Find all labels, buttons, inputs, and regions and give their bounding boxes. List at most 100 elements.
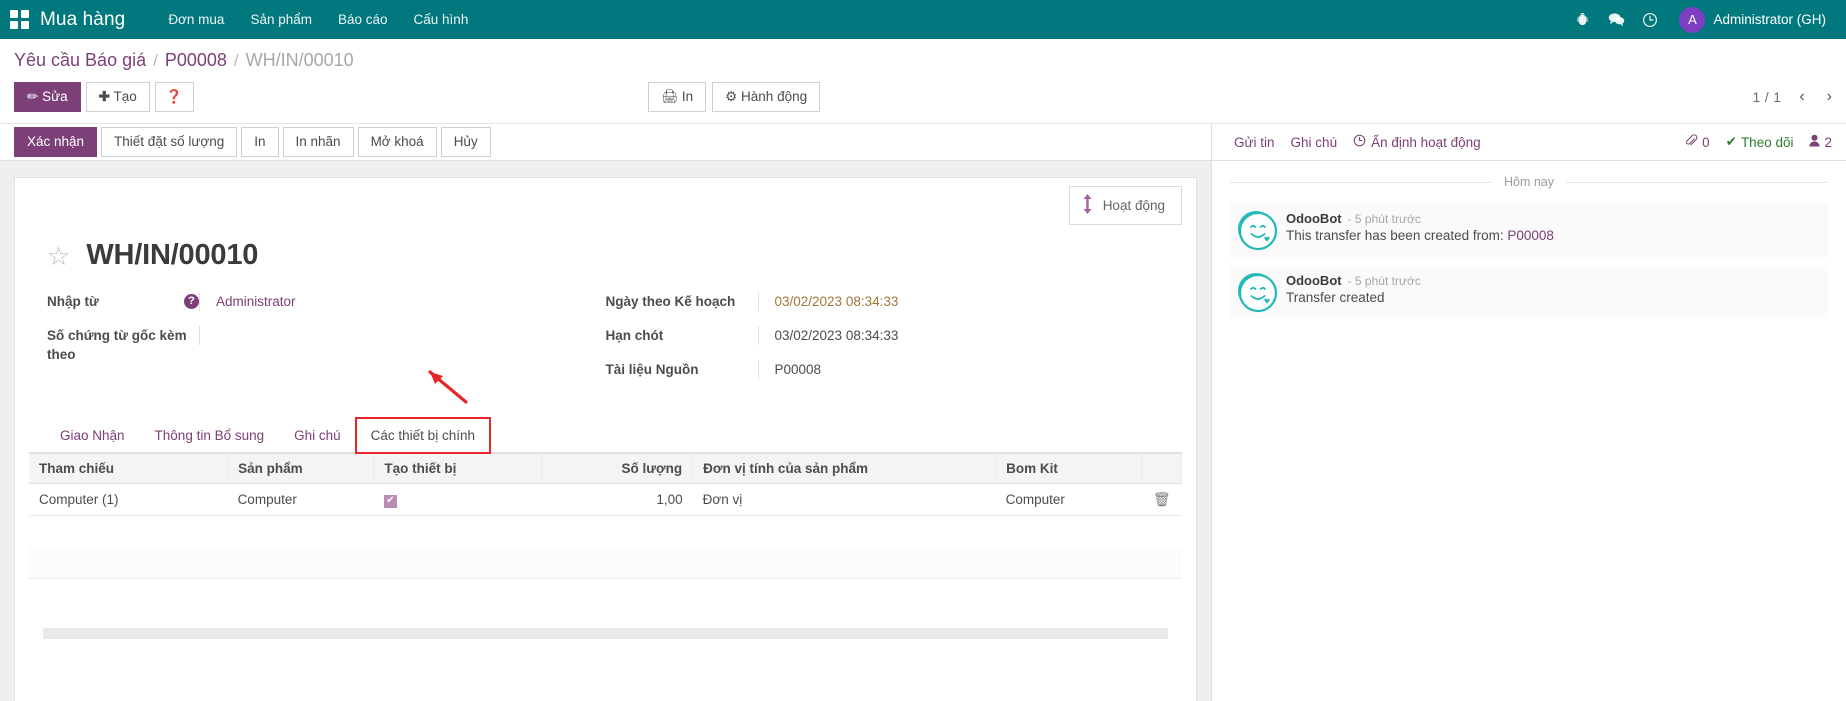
cell-delete[interactable]: 🗑 xyxy=(1141,483,1182,516)
nav-menu-bao-cao[interactable]: Báo cáo xyxy=(325,2,401,37)
message-header: OdooBot - 5 phút trước xyxy=(1286,211,1820,226)
create-button[interactable]: ✚ Tạo xyxy=(85,82,150,112)
field-ngay-theo-ke-hoach: Ngày theo Kế hoạch 03/02/2023 08:34:33 xyxy=(606,292,1165,312)
plus-icon: ✚ xyxy=(98,89,110,104)
field-label-text: Tài liệu Nguồn xyxy=(605,362,699,377)
notebook-tabs: Giao Nhận Thông tin Bổ sung Ghi chú Các … xyxy=(29,417,1182,454)
message-timestamp: - 5 phút trước xyxy=(1347,274,1421,288)
star-outline-icon[interactable]: ☆ xyxy=(47,243,70,269)
cell-tao-thiet-bi[interactable]: ✔ xyxy=(373,483,542,516)
followers-counter[interactable]: 2 xyxy=(1809,134,1832,150)
cell-so-luong[interactable]: 1,00 xyxy=(541,483,693,516)
message-link[interactable]: P00008 xyxy=(1507,228,1554,243)
message-body: OdooBot - 5 phút trước Transfer created xyxy=(1286,273,1820,309)
log-note-button[interactable]: Ghi chú xyxy=(1283,132,1346,153)
edit-button[interactable]: ✏ Sửa xyxy=(14,82,81,112)
message-text-body: This transfer has been created from: xyxy=(1286,228,1508,243)
messages-icon[interactable] xyxy=(1601,5,1631,35)
breadcrumb-item-0[interactable]: Yêu cầu Báo giá xyxy=(14,50,146,71)
table-row[interactable]: Computer (1) Computer ✔ 1,00 Đơn vị Comp… xyxy=(29,483,1182,516)
breadcrumb-item-1[interactable]: P00008 xyxy=(165,50,227,71)
cancel-button[interactable]: Hủy xyxy=(440,127,491,157)
help-button[interactable]: ❓ xyxy=(154,82,194,112)
send-message-button[interactable]: Gửi tin xyxy=(1226,132,1283,153)
tab-giao-nhan[interactable]: Giao Nhận xyxy=(45,418,140,453)
main-content: Hoạt động ☆ WH/IN/00010 Nhập từ ? Admini… xyxy=(0,124,1846,701)
notebook: Giao Nhận Thông tin Bổ sung Ghi chú Các … xyxy=(15,417,1196,639)
col-tao-thiet-bi[interactable]: Tạo thiết bị xyxy=(373,453,542,484)
pager-next-icon[interactable]: › xyxy=(1827,89,1832,105)
breadcrumb-separator: / xyxy=(153,51,158,70)
apps-grid-icon[interactable] xyxy=(10,9,30,30)
action-button[interactable]: ⚙ Hành động xyxy=(712,82,821,112)
user-menu[interactable]: A Administrator (GH) xyxy=(1669,6,1832,33)
cell-bom-kit[interactable]: Computer xyxy=(995,483,1142,516)
navbar-right-group: A Administrator (GH) xyxy=(1567,5,1832,35)
breadcrumb: Yêu cầu Báo giá / P00008 / WH/IN/00010 xyxy=(14,39,1832,73)
field-han-chot-value[interactable]: 03/02/2023 08:34:33 xyxy=(757,326,1165,345)
nav-menu-san-pham[interactable]: Sản phẩm xyxy=(237,2,325,37)
stat-button-box: Hoạt động xyxy=(15,178,1196,225)
print-button[interactable]: 🖨 In xyxy=(648,82,707,112)
field-so-chung-tu-goc-value[interactable] xyxy=(199,326,606,345)
field-so-chung-tu-goc-label: Số chứng từ gốc kèm theo xyxy=(47,326,199,364)
col-san-pham[interactable]: Sản phẩm xyxy=(227,453,375,484)
field-tai-lieu-nguon-value[interactable]: P00008 xyxy=(757,360,1165,379)
cell-don-vi-tinh[interactable]: Đơn vị xyxy=(692,483,996,516)
activity-stat-button[interactable]: Hoạt động xyxy=(1068,186,1182,225)
horizontal-scrollbar[interactable] xyxy=(43,627,1168,639)
nav-menu-don-mua[interactable]: Đơn mua xyxy=(155,2,237,37)
control-panel-center-buttons: 🖨 In ⚙ Hành động xyxy=(648,82,821,112)
print-statusbar-button[interactable]: In xyxy=(241,127,279,157)
pager-previous-icon[interactable]: ‹ xyxy=(1799,89,1804,105)
col-don-vi-tinh[interactable]: Đơn vị tính của sản phẩm xyxy=(692,453,997,484)
pager-value: 1 / 1 xyxy=(1752,89,1782,105)
following-button[interactable]: ✔ Theo dõi xyxy=(1726,134,1794,150)
avatar xyxy=(1238,273,1278,313)
user-name-label: Administrator (GH) xyxy=(1713,12,1826,27)
field-nhap-tu-value[interactable]: Administrator xyxy=(199,292,606,311)
clock-icon[interactable] xyxy=(1635,5,1665,35)
col-so-luong[interactable]: Số lượng xyxy=(541,453,694,484)
message-author: OdooBot xyxy=(1286,211,1342,226)
table-empty-row xyxy=(29,516,1182,547)
cell-tham-chieu[interactable]: Computer (1) xyxy=(29,483,228,516)
tab-cac-thiet-bi-chinh[interactable]: Các thiết bị chính xyxy=(354,417,491,454)
printer-icon: 🖨 xyxy=(661,89,679,104)
tab-thong-tin-bo-sung[interactable]: Thông tin Bổ sung xyxy=(140,418,280,453)
create-button-label: Tạo xyxy=(113,89,137,104)
col-bom-kit[interactable]: Bom Kit xyxy=(995,453,1143,484)
set-quantities-button[interactable]: Thiết đặt số lượng xyxy=(101,127,238,157)
check-icon: ✔ xyxy=(1725,134,1737,149)
unlock-button[interactable]: Mở khoá xyxy=(357,127,437,157)
checkbox-checked-icon[interactable]: ✔ xyxy=(383,494,397,508)
avatar: A xyxy=(1679,6,1706,33)
trash-icon[interactable]: 🗑 xyxy=(1153,491,1171,507)
table-empty-row xyxy=(29,579,1182,610)
print-label-button[interactable]: In nhãn xyxy=(282,127,354,157)
col-actions xyxy=(1141,453,1182,484)
field-han-chot: Hạn chót 03/02/2023 08:34:33 xyxy=(606,326,1165,346)
tab-ghi-chu[interactable]: Ghi chú xyxy=(279,418,356,453)
col-tham-chieu[interactable]: Tham chiếu xyxy=(29,453,229,484)
control-panel: Yêu cầu Báo giá / P00008 / WH/IN/00010 ✏… xyxy=(0,39,1846,124)
schedule-activity-button[interactable]: Ấn định hoạt động xyxy=(1345,131,1489,153)
confirm-button[interactable]: Xác nhận xyxy=(14,127,98,157)
field-label-text: Nhập từ xyxy=(47,294,99,309)
help-icon[interactable]: ? xyxy=(184,294,199,309)
field-ngay-theo-ke-hoach-value[interactable]: 03/02/2023 08:34:33 xyxy=(757,292,1165,311)
page-title: WH/IN/00010 xyxy=(86,239,259,271)
attachment-counter[interactable]: 0 xyxy=(1685,134,1710,150)
bug-icon[interactable] xyxy=(1567,5,1597,35)
form-left-column: Nhập từ ? Administrator Số chứng từ gốc … xyxy=(47,292,606,394)
nav-menu-cau-hinh[interactable]: Cấu hình xyxy=(401,2,482,37)
message-timestamp: - 5 phút trước xyxy=(1347,212,1421,226)
app-brand-title[interactable]: Mua hàng xyxy=(40,9,125,31)
record-title-row: ☆ WH/IN/00010 xyxy=(15,225,1196,276)
message-text: This transfer has been created from: P00… xyxy=(1286,228,1820,243)
device-list-body: Computer (1) Computer ✔ 1,00 Đơn vị Comp… xyxy=(29,483,1182,610)
cell-san-pham[interactable]: Computer xyxy=(227,483,374,516)
avatar xyxy=(1238,211,1278,251)
form-sheet: Hoạt động ☆ WH/IN/00010 Nhập từ ? Admini… xyxy=(14,177,1197,701)
chatter-topbar: Gửi tin Ghi chú Ấn định hoạt động 0 ✔ Th… xyxy=(1212,124,1846,161)
